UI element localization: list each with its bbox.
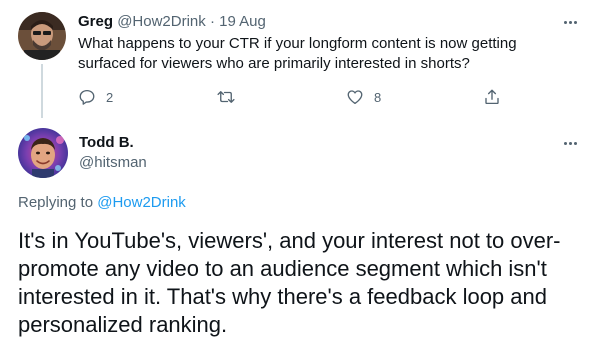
reply-button[interactable]: 2 [78,86,113,108]
avatar[interactable] [18,12,66,60]
replying-to: Replying to @How2Drink [18,193,186,213]
reply-count: 2 [106,89,114,105]
tweet-actions: 2 8 [78,86,518,108]
retweet-button[interactable] [216,86,236,108]
separator-dot: · [209,13,215,30]
mention-link[interactable]: @How2Drink [97,194,186,211]
reply-icon [79,89,95,105]
share-icon [485,89,499,105]
avatar-image [18,12,66,60]
tweet-date[interactable]: 19 Aug [219,13,266,30]
replying-to-label: Replying to [18,194,94,211]
share-button[interactable] [483,86,501,108]
retweet-icon [217,91,235,103]
thread-connector [41,64,43,118]
more-icon[interactable] [560,137,580,149]
tweet-text: What happens to your CTR if your longfor… [78,35,517,72]
more-icon[interactable] [560,16,580,28]
author-handle[interactable]: @How2Drink [117,13,206,30]
like-button[interactable]: 8 [346,86,381,108]
like-icon [347,90,363,105]
tweet-thread: Greg @How2Drink · 19 Aug What happens to… [0,0,596,342]
parent-tweet-header: Greg @How2Drink · 19 Aug [78,12,266,32]
tweet-text: It's in YouTube's, viewers', and your in… [18,228,561,337]
author-name[interactable]: Todd B. [79,133,134,153]
author-name[interactable]: Greg [78,13,113,30]
avatar[interactable] [18,128,68,178]
parent-tweet[interactable]: Greg @How2Drink · 19 Aug What happens to… [0,0,596,118]
author-handle[interactable]: @hitsman [79,153,147,173]
avatar-image [18,128,68,178]
like-count: 8 [374,89,382,105]
